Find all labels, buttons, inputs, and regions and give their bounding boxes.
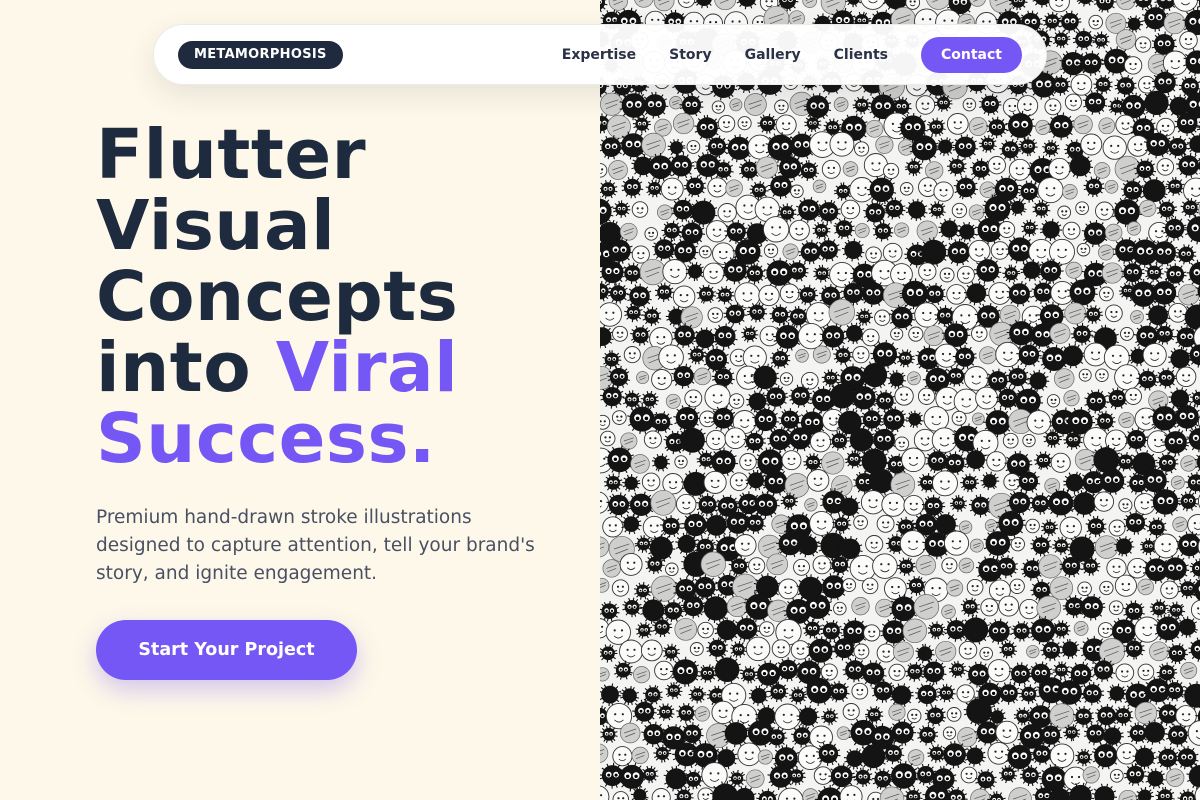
soot-sprite-collage-icon [600,0,1200,800]
headline-line-3: Concepts [96,257,459,337]
nav-links: Expertise Story Gallery Clients Contact [562,36,1022,73]
contact-button[interactable]: Contact [921,36,1022,73]
hero-subtitle: Premium hand-drawn stroke illustrations … [96,507,535,584]
headline-line-4: into Viral [96,333,458,404]
headline-line-5: Success. [96,399,436,479]
top-navigation-bar: METAMORPHOSIS Expertise Story Gallery Cl… [153,24,1047,85]
nav-link-clients[interactable]: Clients [834,47,888,63]
start-project-button[interactable]: Start Your Project [96,620,357,680]
nav-link-gallery[interactable]: Gallery [745,47,801,63]
hero-headline: Flutter Visual Concepts into Viral Succe… [96,120,458,475]
headline-line-1: Flutter [96,115,367,195]
nav-link-story[interactable]: Story [669,47,711,63]
headline-into-word: into [96,328,276,408]
nav-link-expertise[interactable]: Expertise [562,47,636,63]
doodle-artwork-image [600,0,1200,800]
landing-page: METAMORPHOSIS Expertise Story Gallery Cl… [0,0,1200,800]
headline-viral-word: Viral [275,328,459,408]
headline-line-2: Visual [96,186,336,266]
brand-logo[interactable]: METAMORPHOSIS [178,40,343,69]
